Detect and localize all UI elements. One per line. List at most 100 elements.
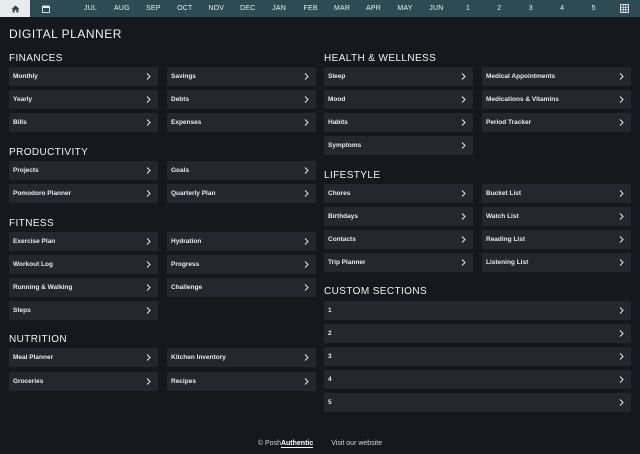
website-link[interactable]: Visit our website: [331, 440, 382, 447]
link-label: Birthdays: [328, 213, 358, 220]
link-label: Monthly: [13, 73, 38, 80]
section-title-health: HEALTH & WELLNESS: [324, 53, 437, 64]
tab-jan[interactable]: JAN: [263, 0, 294, 17]
chevron-right-icon: [304, 354, 311, 361]
chevron-right-icon: [146, 238, 153, 245]
tab-may[interactable]: MAY: [389, 0, 420, 17]
tab-section-3[interactable]: 3: [515, 0, 546, 17]
link-label: Chores: [328, 190, 351, 197]
link-custom-section-5[interactable]: 5: [324, 393, 631, 412]
tab-aug[interactable]: AUG: [106, 0, 137, 17]
link-workout-log[interactable]: Workout Log: [9, 255, 158, 274]
tab-jul[interactable]: JUL: [75, 0, 106, 17]
section-title-lifestyle: LIFESTYLE: [324, 170, 381, 181]
link-expenses[interactable]: Expenses: [167, 113, 316, 132]
link-custom-section-2[interactable]: 2: [324, 324, 631, 343]
link-symptoms[interactable]: Symptoms: [324, 136, 473, 155]
link-exercise-plan[interactable]: Exercise Plan: [9, 232, 158, 251]
link-label: Projects: [13, 167, 39, 174]
link-label: Reading List: [486, 236, 526, 243]
link-challenge[interactable]: Challenge: [167, 278, 316, 297]
link-chores[interactable]: Chores: [324, 184, 473, 203]
tab-oct[interactable]: OCT: [169, 0, 200, 17]
link-habits[interactable]: Habits: [324, 113, 473, 132]
tab-apr[interactable]: APR: [358, 0, 389, 17]
link-label: Yearly: [13, 96, 33, 103]
link-pomodoro-planner[interactable]: Pomodoro Planner: [9, 184, 158, 203]
calendar-button[interactable]: [30, 0, 60, 17]
chevron-right-icon: [619, 190, 626, 197]
tab-mar[interactable]: MAR: [326, 0, 357, 17]
chevron-right-icon: [619, 259, 626, 266]
chevron-right-icon: [461, 119, 468, 126]
tab-nov[interactable]: NOV: [201, 0, 232, 17]
section-title-productivity: PRODUCTIVITY: [9, 147, 89, 158]
link-bucket-list[interactable]: Bucket List: [482, 184, 631, 203]
brand-name: Authentic: [280, 440, 314, 448]
tab-section-1[interactable]: 1: [452, 0, 483, 17]
link-quarterly-plan[interactable]: Quarterly Plan: [167, 184, 316, 203]
link-trip-planner[interactable]: Trip Planner: [324, 253, 473, 272]
link-label: Progress: [171, 261, 200, 268]
link-mood[interactable]: Mood: [324, 90, 473, 109]
link-medical-appointments[interactable]: Medical Appointments: [482, 67, 631, 86]
link-progress[interactable]: Progress: [167, 255, 316, 274]
link-birthdays[interactable]: Birthdays: [324, 207, 473, 226]
link-label: Pomodoro Planner: [13, 190, 72, 197]
link-recipes[interactable]: Recipes: [167, 372, 316, 391]
link-sleep[interactable]: Sleep: [324, 67, 473, 86]
link-label: Steps: [13, 307, 31, 314]
chevron-right-icon: [146, 284, 153, 291]
tab-dec[interactable]: DEC: [232, 0, 263, 17]
link-custom-section-1[interactable]: 1: [324, 301, 631, 320]
link-kitchen-inventory[interactable]: Kitchen Inventory: [167, 348, 316, 367]
chevron-right-icon: [461, 213, 468, 220]
tab-section-5[interactable]: 5: [578, 0, 609, 17]
link-yearly[interactable]: Yearly: [9, 90, 158, 109]
chevron-right-icon: [461, 96, 468, 103]
chevron-right-icon: [146, 378, 153, 385]
link-steps[interactable]: Steps: [9, 301, 158, 320]
tab-jun[interactable]: JUN: [421, 0, 452, 17]
top-nav-bar: JUL AUG SEP OCT NOV DEC JAN FEB MAR APR …: [0, 0, 640, 17]
link-monthly[interactable]: Monthly: [9, 67, 158, 86]
link-medications-vitamins[interactable]: Medications & Vitamins: [482, 90, 631, 109]
link-savings[interactable]: Savings: [167, 67, 316, 86]
link-label: Kitchen Inventory: [171, 354, 226, 361]
link-projects[interactable]: Projects: [9, 161, 158, 180]
home-button[interactable]: [0, 0, 31, 17]
link-label: 2: [328, 330, 332, 337]
chevron-right-icon: [304, 167, 311, 174]
link-goals[interactable]: Goals: [167, 161, 316, 180]
link-groceries[interactable]: Groceries: [9, 372, 158, 391]
chevron-right-icon: [304, 261, 311, 268]
link-period-tracker[interactable]: Period Tracker: [482, 113, 631, 132]
chevron-right-icon: [304, 190, 311, 197]
chevron-right-icon: [146, 354, 153, 361]
link-label: Challenge: [171, 284, 203, 291]
tab-section-2[interactable]: 2: [484, 0, 515, 17]
chevron-right-icon: [304, 378, 311, 385]
tab-section-4[interactable]: 4: [547, 0, 578, 17]
link-debts[interactable]: Debts: [167, 90, 316, 109]
link-hydration[interactable]: Hydration: [167, 232, 316, 251]
link-bills[interactable]: Bills: [9, 113, 158, 132]
tab-feb[interactable]: FEB: [295, 0, 326, 17]
overview-button[interactable]: [610, 0, 640, 17]
link-contacts[interactable]: Contacts: [324, 230, 473, 249]
chevron-right-icon: [304, 73, 311, 80]
tab-sep[interactable]: SEP: [138, 0, 169, 17]
chevron-right-icon: [461, 259, 468, 266]
link-label: Contacts: [328, 236, 356, 243]
link-running-walking[interactable]: Running & Walking: [9, 278, 158, 297]
chevron-right-icon: [146, 307, 153, 314]
link-label: 5: [328, 399, 332, 406]
link-custom-section-4[interactable]: 4: [324, 370, 631, 389]
link-label: Quarterly Plan: [171, 190, 216, 197]
link-reading-list[interactable]: Reading List: [482, 230, 631, 249]
link-custom-section-3[interactable]: 3: [324, 347, 631, 366]
link-meal-planner[interactable]: Meal Planner: [9, 348, 158, 367]
link-watch-list[interactable]: Watch List: [482, 207, 631, 226]
link-listening-list[interactable]: Listening List: [482, 253, 631, 272]
link-label: Bucket List: [486, 190, 522, 197]
